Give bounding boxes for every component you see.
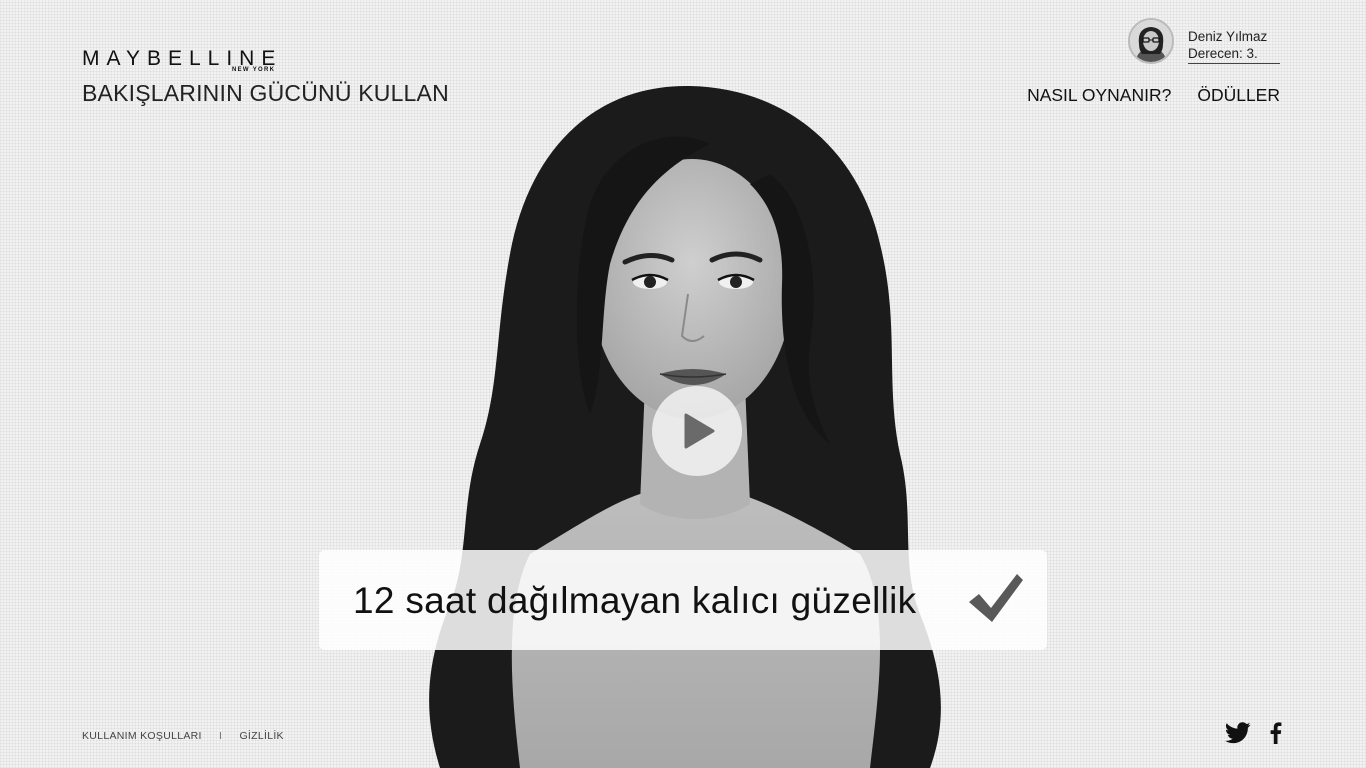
user-info: Deniz Yılmaz Derecen: 3. [1188, 28, 1280, 64]
claim-card[interactable]: 12 saat dağılmayan kalıcı güzellik [319, 550, 1047, 650]
campaign-tagline: BAKIŞLARININ GÜCÜNÜ KULLAN [82, 80, 449, 106]
social-links [1225, 722, 1282, 749]
user-rank: Derecen: 3. [1188, 45, 1280, 64]
nav-how-to-play[interactable]: NASIL OYNANIR? [1027, 85, 1171, 106]
checkmark-icon [969, 574, 1023, 622]
video-play-button[interactable] [652, 386, 742, 476]
footer-links: KULLANIM KOŞULLARI I GİZLİLİK [82, 730, 284, 742]
avatar[interactable] [1128, 18, 1174, 64]
main-nav: NASIL OYNANIR? ÖDÜLLER [1027, 85, 1280, 106]
twitter-icon[interactable] [1225, 722, 1251, 749]
privacy-link[interactable]: GİZLİLİK [239, 730, 283, 742]
user-name: Deniz Yılmaz [1188, 29, 1268, 44]
facebook-icon[interactable] [1269, 722, 1282, 749]
claim-text: 12 saat dağılmayan kalıcı güzellik [353, 580, 917, 621]
nav-prizes[interactable]: ÖDÜLLER [1197, 85, 1280, 106]
logo-subtext: NEW YORK [232, 67, 276, 73]
brand-logo[interactable]: MAYBELLINE NEW YORK [82, 48, 282, 74]
user-profile[interactable]: Deniz Yılmaz Derecen: 3. [1128, 18, 1280, 64]
footer-separator: I [219, 730, 223, 742]
play-icon [684, 413, 715, 449]
terms-link[interactable]: KULLANIM KOŞULLARI [82, 730, 202, 742]
